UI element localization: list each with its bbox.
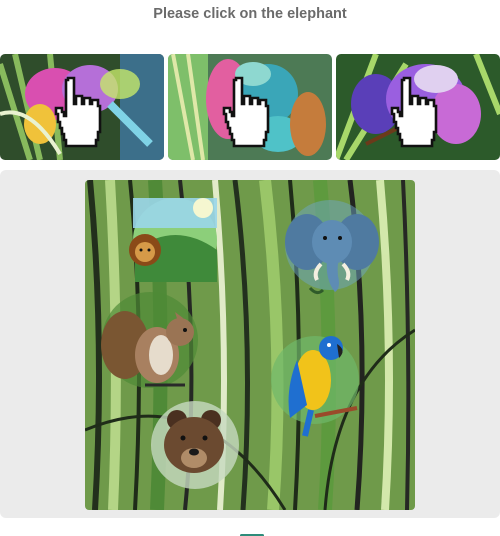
pointer-hand-icon xyxy=(54,76,102,148)
animal-lion[interactable] xyxy=(129,198,217,282)
pointer-hand-icon xyxy=(222,76,270,148)
animal-bear[interactable] xyxy=(151,401,239,489)
pointer-hand-icon xyxy=(390,76,438,148)
challenge-panel xyxy=(0,170,500,518)
example-strip xyxy=(0,54,500,160)
footer-strip xyxy=(0,524,500,536)
puzzle-image[interactable] xyxy=(85,180,415,510)
example-image-3 xyxy=(336,54,500,160)
challenge-prompt: Please click on the elephant xyxy=(153,6,347,22)
example-image-2 xyxy=(168,54,332,160)
example-image-1 xyxy=(0,54,164,160)
